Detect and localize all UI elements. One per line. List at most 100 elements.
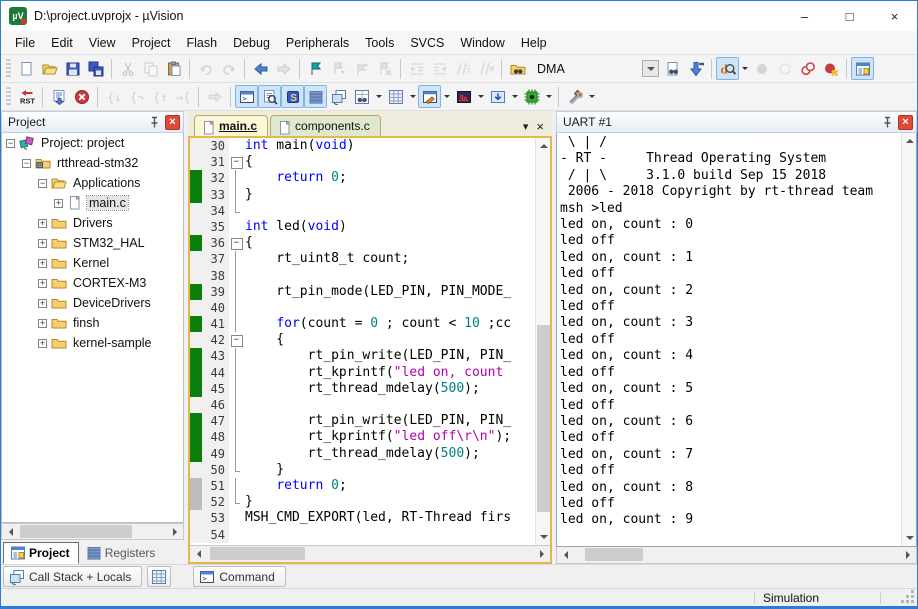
search-combobox[interactable]: DMA: [531, 58, 659, 80]
reset-cpu-button[interactable]: RST: [15, 85, 38, 108]
panel-tab-registers[interactable]: Registers: [79, 542, 165, 564]
panel-tab-project[interactable]: Project: [3, 542, 79, 564]
tree-expander-icon[interactable]: +: [38, 219, 47, 228]
scroll-right-arrow[interactable]: [167, 524, 183, 539]
menu-item-project[interactable]: Project: [124, 33, 179, 53]
tree-expander-icon[interactable]: +: [38, 239, 47, 248]
analysis-window-button[interactable]: [452, 85, 475, 108]
bookmark-prev-button[interactable]: [350, 57, 373, 80]
project-panel-close-icon[interactable]: ×: [165, 115, 180, 130]
scroll-thumb[interactable]: [210, 547, 305, 560]
tree-item-rtthread-stm32[interactable]: −rtthread-stm32: [2, 153, 183, 173]
code-line[interactable]: 44 rt_kprintf("led on, count: [190, 365, 535, 381]
editor-tab-main-c[interactable]: main.c: [194, 115, 268, 136]
memory-window-dropdown-icon[interactable]: [407, 85, 418, 108]
uart-panel-close-icon[interactable]: ×: [898, 115, 913, 130]
pin-icon[interactable]: [880, 115, 895, 130]
scroll-down-arrow[interactable]: [536, 530, 551, 545]
menu-item-file[interactable]: File: [7, 33, 43, 53]
paste-button[interactable]: [162, 57, 185, 80]
debug-toolbox-dropdown-icon[interactable]: [586, 85, 597, 108]
tree-item-stm32-hal[interactable]: + STM32_HAL: [2, 233, 183, 253]
maximize-button[interactable]: □: [827, 1, 872, 31]
code-line[interactable]: 47 rt_pin_write(LED_PIN, PIN_: [190, 413, 535, 429]
scroll-right-arrow[interactable]: [534, 547, 550, 562]
system-viewer-button[interactable]: [520, 85, 543, 108]
step-out-button[interactable]: {↑}: [148, 85, 171, 108]
scroll-thumb[interactable]: [537, 325, 550, 512]
uart-vertical-scrollbar[interactable]: [901, 133, 916, 546]
uart-horizontal-scrollbar[interactable]: [556, 547, 917, 564]
tree-expander-icon[interactable]: −: [38, 179, 47, 188]
code-line[interactable]: 53MSH_CMD_EXPORT(led, RT-Thread firs: [190, 510, 535, 526]
undo-button[interactable]: [194, 57, 217, 80]
tree-expander-icon[interactable]: +: [38, 259, 47, 268]
menu-item-tools[interactable]: Tools: [357, 33, 402, 53]
memory-window-button[interactable]: [147, 566, 171, 587]
navigate-forward-button[interactable]: [272, 57, 295, 80]
editor-tab-components-c[interactable]: components.c: [270, 115, 381, 136]
tree-item-label[interactable]: CORTEX-M3: [71, 276, 148, 290]
command-window-button[interactable]: >_: [235, 85, 258, 108]
scroll-thumb[interactable]: [20, 525, 132, 538]
tree-item-label[interactable]: kernel-sample: [71, 336, 154, 350]
watch-window-button[interactable]: [350, 85, 373, 108]
tree-item-cortex-m3[interactable]: +CORTEX-M3: [2, 273, 183, 293]
tree-item-label[interactable]: STM32_HAL: [71, 236, 147, 250]
analysis-window-dropdown-icon[interactable]: [475, 85, 486, 108]
code-line[interactable]: 32 return 0;: [190, 170, 535, 186]
run-to-cursor-button[interactable]: →{: [171, 85, 194, 108]
code-line[interactable]: 35int led(void): [190, 219, 535, 235]
breakpoint-disable-all-button[interactable]: [796, 57, 819, 80]
tree-item-label[interactable]: Project: project: [39, 136, 126, 150]
menu-item-debug[interactable]: Debug: [225, 33, 278, 53]
call-stack-locals-tab[interactable]: Call Stack + Locals: [3, 566, 142, 587]
tree-expander-icon[interactable]: +: [54, 199, 63, 208]
tree-item-label[interactable]: rtthread-stm32: [55, 156, 140, 170]
menu-item-flash[interactable]: Flash: [178, 33, 225, 53]
breakpoint-kill-all-button[interactable]: [819, 57, 842, 80]
scroll-left-arrow[interactable]: [557, 548, 573, 563]
menu-item-help[interactable]: Help: [513, 33, 555, 53]
minimize-button[interactable]: –: [782, 1, 827, 31]
scroll-right-arrow[interactable]: [900, 548, 916, 563]
code-line[interactable]: 31{: [190, 154, 535, 170]
toolbar-grip[interactable]: [6, 87, 11, 107]
show-next-statement-button[interactable]: [203, 85, 226, 108]
save-all-button[interactable]: [84, 57, 107, 80]
breakpoint-insert-button[interactable]: [750, 57, 773, 80]
tree-expander-icon[interactable]: −: [6, 139, 15, 148]
system-viewer-dropdown-icon[interactable]: [543, 85, 554, 108]
search-combobox-dropdown-icon[interactable]: [642, 60, 659, 77]
code-line[interactable]: 38: [190, 268, 535, 284]
find-in-files-doc-button[interactable]: [661, 57, 684, 80]
project-horizontal-scrollbar[interactable]: [1, 523, 184, 540]
tree-item-label[interactable]: main.c: [87, 196, 128, 210]
code-line[interactable]: 43 rt_pin_write(LED_PIN, PIN_: [190, 348, 535, 364]
stop-button[interactable]: [70, 85, 93, 108]
tree-item-devicedrivers[interactable]: +DeviceDrivers: [2, 293, 183, 313]
watch-window-dropdown-icon[interactable]: [373, 85, 384, 108]
toolbar-grip[interactable]: [6, 59, 11, 79]
resize-grip[interactable]: [881, 589, 917, 606]
code-line[interactable]: 52}: [190, 494, 535, 510]
debug-toolbox-button[interactable]: [563, 85, 586, 108]
breakpoint-enable-button[interactable]: [773, 57, 796, 80]
tree-item-label[interactable]: Kernel: [71, 256, 111, 270]
uncomment-button[interactable]: [474, 57, 497, 80]
menu-item-view[interactable]: View: [81, 33, 124, 53]
lookup-dropdown-icon[interactable]: [739, 57, 750, 80]
editor-vertical-scrollbar[interactable]: [535, 138, 550, 545]
code-line[interactable]: 50 }: [190, 462, 535, 478]
code-line[interactable]: 49 rt_thread_mdelay(500);: [190, 446, 535, 462]
serial-window-button[interactable]: [418, 85, 441, 108]
tree-item-kernel-sample[interactable]: + kernel-sample: [2, 333, 183, 353]
open-file-button[interactable]: [38, 57, 61, 80]
registers-window-button[interactable]: [304, 85, 327, 108]
memory-window-button[interactable]: [384, 85, 407, 108]
command-tab[interactable]: >_ Command: [193, 566, 285, 587]
code-line[interactable]: 54: [190, 527, 535, 543]
tree-item-label[interactable]: Applications: [71, 176, 142, 190]
bookmark-next-button[interactable]: [327, 57, 350, 80]
tree-expander-icon[interactable]: +: [38, 339, 47, 348]
